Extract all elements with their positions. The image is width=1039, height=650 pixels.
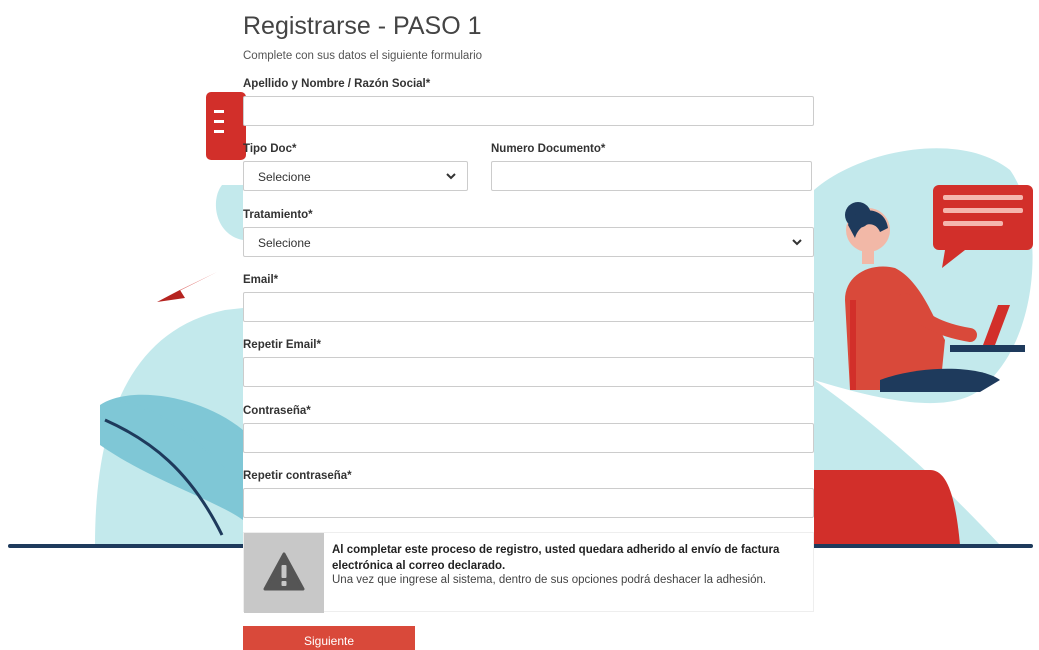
page-title: Registrarse - PASO 1 <box>243 12 482 40</box>
doctype-select[interactable]: Selecione <box>243 161 468 191</box>
docnum-label: Numero Documento* <box>491 143 606 155</box>
email-input[interactable] <box>243 292 814 322</box>
password-label: Contraseña* <box>243 405 311 417</box>
page-subtitle: Complete con sus datos el siguiente form… <box>243 50 483 62</box>
chevron-down-icon <box>446 173 456 180</box>
chat-bubble-icon <box>933 185 1033 250</box>
docnum-input[interactable] <box>491 161 812 191</box>
treatment-selected-value: Selecione <box>258 236 311 250</box>
name-label: Apellido y Nombre / Razón Social* <box>243 78 431 90</box>
notice-icon-box <box>244 533 324 613</box>
name-input[interactable] <box>243 96 814 126</box>
doctype-selected-value: Selecione <box>258 170 311 184</box>
doctype-label: Tipo Doc* <box>243 143 297 155</box>
warning-icon <box>263 552 305 591</box>
notice-text: Una vez que ingrese al sistema, dentro d… <box>332 574 767 586</box>
password-repeat-label: Repetir contraseña* <box>243 470 352 482</box>
email-repeat-input[interactable] <box>243 357 814 387</box>
treatment-label: Tratamiento* <box>243 209 313 221</box>
notice-strong-text: Al completar este proceso de registro, u… <box>332 544 780 572</box>
left-red-tag <box>206 92 246 160</box>
submit-button[interactable]: Siguiente <box>243 626 415 650</box>
treatment-select[interactable]: Selecione <box>243 227 814 257</box>
einvoice-notice: Al completar este proceso de registro, u… <box>243 532 814 613</box>
email-repeat-label: Repetir Email* <box>243 339 321 351</box>
password-repeat-input[interactable] <box>243 488 814 518</box>
chevron-down-icon <box>792 239 802 246</box>
email-label: Email* <box>243 274 279 286</box>
password-input[interactable] <box>243 423 814 453</box>
